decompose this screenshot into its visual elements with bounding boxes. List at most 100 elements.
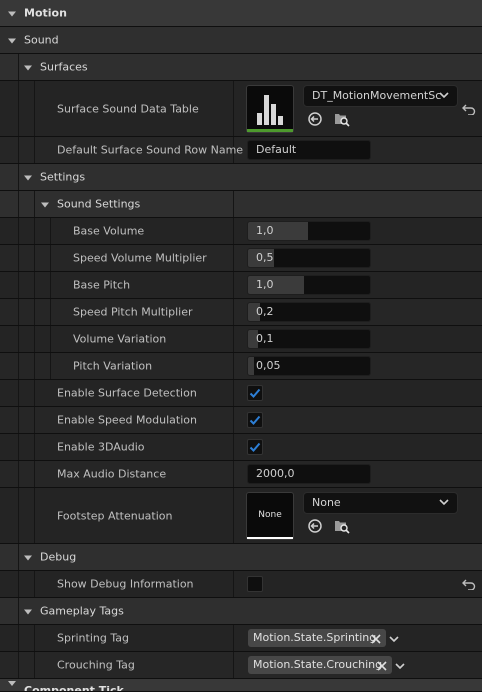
section-component-tick[interactable]: Component Tick — [0, 679, 482, 692]
chevron-down-icon[interactable] — [395, 663, 405, 670]
default-row-name-input[interactable]: Default — [247, 140, 371, 160]
property-label: Volume Variation — [73, 332, 167, 346]
combo-value: DT_MotionMovementSc — [312, 89, 442, 102]
column-divider[interactable] — [233, 461, 234, 487]
chevron-down-icon — [439, 92, 449, 99]
property-enable-speed-modulation: Enable Speed Modulation — [0, 407, 482, 434]
property-label: Base Pitch — [73, 278, 131, 292]
attenuation-combo[interactable]: None — [303, 492, 458, 514]
checkmark-icon — [249, 415, 261, 425]
collapse-arrow-icon[interactable] — [41, 202, 49, 208]
collapse-arrow-icon[interactable] — [24, 175, 32, 181]
enable-surface-detection-checkbox[interactable] — [247, 385, 263, 401]
indent-guide — [18, 81, 19, 136]
column-divider[interactable] — [233, 272, 234, 298]
use-selected-icon[interactable] — [307, 111, 323, 127]
indent-guide — [18, 598, 19, 624]
thumbnail-label: None — [258, 510, 282, 520]
reset-to-default-icon[interactable] — [462, 578, 476, 590]
column-divider[interactable] — [233, 407, 234, 433]
collapse-arrow-icon[interactable] — [8, 11, 16, 17]
remove-tag-icon[interactable] — [377, 661, 387, 671]
section-motion[interactable]: Motion — [0, 0, 482, 27]
section-settings[interactable]: Settings — [0, 164, 482, 191]
indent-guide — [34, 81, 35, 136]
use-selected-icon[interactable] — [307, 518, 323, 534]
property-label: Footstep Attenuation — [57, 509, 173, 522]
section-gameplay-tags[interactable]: Gameplay Tags — [0, 598, 482, 625]
section-sound[interactable]: Sound — [0, 27, 482, 54]
section-title: Motion — [24, 6, 67, 20]
speed-pitch-multiplier-slider[interactable]: 0,2 — [247, 302, 371, 322]
property-label: Crouching Tag — [57, 658, 135, 672]
column-divider[interactable] — [233, 488, 234, 543]
column-divider[interactable] — [233, 571, 234, 597]
property-label: Enable Speed Modulation — [57, 413, 197, 427]
pitch-variation-slider[interactable]: 0,05 — [247, 356, 371, 376]
volume-variation-slider[interactable]: 0,1 — [247, 329, 371, 349]
column-divider[interactable] — [233, 191, 234, 217]
enable-3daudio-checkbox[interactable] — [247, 439, 263, 455]
input-value: Default — [256, 143, 297, 156]
collapse-arrow-icon[interactable] — [8, 681, 16, 686]
data-table-combo[interactable]: DT_MotionMovementSc — [303, 85, 458, 107]
asset-type-bar — [247, 129, 293, 132]
browse-asset-icon[interactable] — [333, 111, 350, 127]
indent-guide — [18, 164, 19, 190]
gameplay-tag-chip[interactable]: Motion.State.Sprinting — [248, 629, 386, 647]
reset-to-default-icon[interactable] — [462, 103, 476, 115]
slider-value: 1,0 — [256, 278, 274, 291]
column-divider[interactable] — [233, 434, 234, 460]
column-divider[interactable] — [233, 245, 234, 271]
section-title: Sound — [24, 33, 59, 47]
property-label: Surface Sound Data Table — [57, 102, 199, 115]
collapse-arrow-icon[interactable] — [24, 609, 32, 615]
gameplay-tag-chip[interactable]: Motion.State.Crouching — [248, 656, 392, 674]
enable-speed-modulation-checkbox[interactable] — [247, 412, 263, 428]
asset-thumbnail[interactable] — [246, 85, 294, 133]
section-debug[interactable]: Debug — [0, 544, 482, 571]
asset-type-bar — [247, 537, 293, 539]
base-volume-slider[interactable]: 1,0 — [247, 221, 371, 241]
slider-value: 1,0 — [256, 224, 274, 237]
column-divider[interactable] — [233, 353, 234, 379]
data-table-icon — [257, 95, 283, 125]
property-label: Enable 3DAudio — [57, 440, 145, 454]
section-surfaces[interactable]: Surfaces — [0, 54, 482, 81]
base-pitch-slider[interactable]: 1,0 — [247, 275, 371, 295]
indent-guide — [18, 137, 19, 163]
column-divider[interactable] — [233, 652, 234, 678]
section-title: Sound Settings — [57, 197, 141, 211]
column-divider[interactable] — [233, 380, 234, 406]
collapse-arrow-icon[interactable] — [24, 555, 32, 561]
chevron-down-icon[interactable] — [389, 636, 399, 643]
column-divider[interactable] — [233, 299, 234, 325]
property-surface-sound-data-table: Surface Sound Data Table DT_MotionMoveme… — [0, 81, 482, 137]
column-divider[interactable] — [233, 326, 234, 352]
column-divider[interactable] — [233, 81, 234, 136]
column-divider[interactable] — [233, 625, 234, 651]
tag-value: Motion.State.Crouching — [253, 658, 383, 671]
checkmark-icon — [249, 388, 261, 398]
section-sound-settings[interactable]: Sound Settings — [0, 191, 482, 218]
property-base-pitch: Base Pitch 1,0 — [0, 272, 482, 299]
property-label: Sprinting Tag — [57, 631, 129, 645]
collapse-arrow-icon[interactable] — [24, 65, 32, 71]
remove-tag-icon[interactable] — [371, 634, 381, 644]
property-max-audio-distance: Max Audio Distance 2000,0 — [0, 461, 482, 488]
indent-guide — [34, 137, 35, 163]
column-divider[interactable] — [233, 218, 234, 244]
property-label: Pitch Variation — [73, 359, 153, 373]
property-show-debug-information: Show Debug Information — [0, 571, 482, 598]
show-debug-information-checkbox[interactable] — [247, 576, 263, 592]
section-title: Debug — [40, 550, 77, 564]
browse-asset-icon[interactable] — [333, 518, 350, 534]
max-audio-distance-input[interactable]: 2000,0 — [247, 464, 371, 484]
property-footstep-attenuation: Footstep Attenuation None None — [0, 488, 482, 544]
speed-volume-multiplier-slider[interactable]: 0,5 — [247, 248, 371, 268]
property-enable-surface-detection: Enable Surface Detection — [0, 380, 482, 407]
collapse-arrow-icon[interactable] — [8, 38, 16, 44]
property-volume-variation: Volume Variation 0,1 — [0, 326, 482, 353]
asset-thumbnail[interactable]: None — [246, 492, 294, 540]
section-title: Component Tick — [24, 684, 124, 692]
